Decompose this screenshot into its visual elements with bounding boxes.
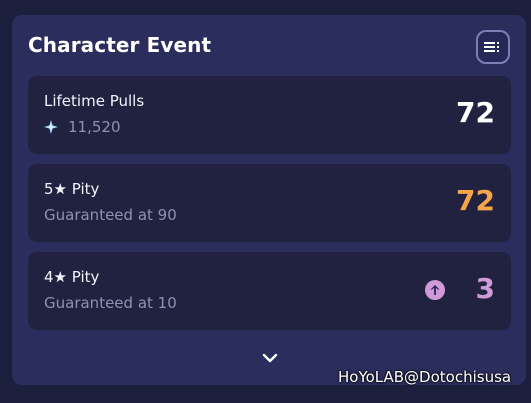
card-subtext: Guaranteed at 10 — [44, 294, 177, 312]
watermark-text: HoYoLAB@Dotochisusa — [338, 368, 512, 386]
primogem-count: 11,520 — [68, 118, 121, 136]
list-menu-icon — [484, 42, 499, 52]
arrow-up-circle-icon — [425, 280, 445, 300]
card-label: 4★ Pity — [44, 268, 100, 286]
chevron-down-icon[interactable] — [262, 353, 278, 365]
panel-title: Character Event — [28, 33, 212, 57]
five-star-pity-card[interactable]: 5★ Pity Guaranteed at 90 72 — [28, 164, 511, 242]
primogem-star-icon — [44, 120, 58, 134]
menu-button[interactable] — [476, 30, 510, 64]
lifetime-pulls-value: 72 — [456, 96, 495, 129]
four-star-pity-value: 3 — [475, 272, 495, 305]
card-subtext: 11,520 — [44, 118, 121, 136]
card-label: Lifetime Pulls — [44, 92, 145, 110]
page-background: Character Event Lifetime Pulls 11,520 72… — [0, 0, 531, 403]
card-label: 5★ Pity — [44, 180, 100, 198]
four-star-pity-card[interactable]: 4★ Pity Guaranteed at 10 3 — [28, 252, 511, 330]
lifetime-pulls-card[interactable]: Lifetime Pulls 11,520 72 — [28, 76, 511, 154]
character-event-panel: Character Event Lifetime Pulls 11,520 72… — [12, 15, 526, 385]
five-star-pity-value: 72 — [456, 184, 495, 217]
card-subtext: Guaranteed at 90 — [44, 206, 177, 224]
